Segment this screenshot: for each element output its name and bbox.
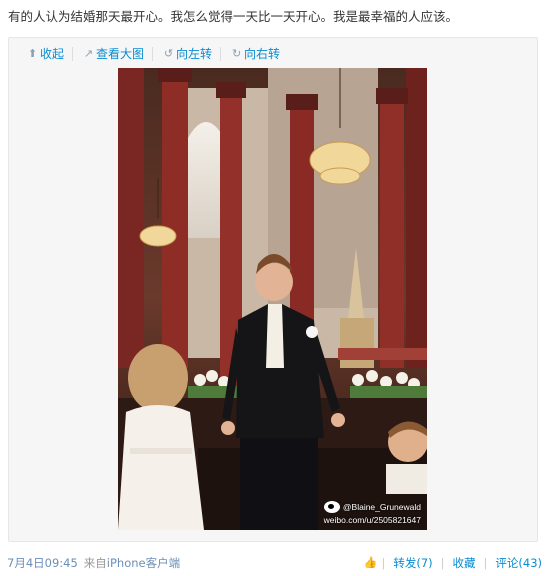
church-wedding-image [118, 68, 427, 530]
collapse-label: 收起 [40, 47, 65, 61]
post-time[interactable]: 7月4日09:45 [7, 553, 78, 573]
view-large-label: 查看大图 [96, 47, 145, 61]
rotate-right-button[interactable]: ↻ 向右转 [231, 47, 288, 61]
rotate-left-label: 向左转 [176, 47, 213, 61]
watermark: @Blaine_Grunewald weibo.com/u/2505821647 [324, 501, 421, 525]
rotate-right-icon: ↻ [231, 47, 242, 60]
media-box: ⬆ 收起 ↗ 查看大图 ↺ 向左转 ↻ 向右转 @Blaine_Grunewal… [8, 37, 538, 542]
rotate-left-button[interactable]: ↺ 向左转 [163, 47, 222, 61]
collapse-button[interactable]: ⬆ 收起 [27, 47, 74, 61]
post-photo[interactable]: @Blaine_Grunewald weibo.com/u/2505821647 [118, 68, 427, 530]
post-source[interactable]: iPhone客户端 [107, 556, 180, 570]
watermark-handle: @Blaine_Grunewald [342, 502, 421, 512]
post-meta: 7月4日09:45 来自iPhone客户端 [7, 553, 180, 573]
post-footer: 7月4日09:45 来自iPhone客户端 👍 | 转发(7) | 收藏 | 评… [0, 553, 550, 573]
rotate-right-label: 向右转 [244, 47, 281, 61]
comment-button[interactable]: 评论(43) [487, 553, 542, 573]
media-toolbar: ⬆ 收起 ↗ 查看大图 ↺ 向左转 ↻ 向右转 [27, 45, 288, 63]
source-prefix: 来自 [83, 556, 107, 570]
post-actions: 👍 | 转发(7) | 收藏 | 评论(43) [363, 553, 542, 573]
weibo-logo-icon [323, 501, 340, 513]
external-view-icon: ↗ [83, 47, 94, 60]
favorite-button[interactable]: 收藏 [445, 553, 484, 573]
like-thumb-icon[interactable]: 👍 [363, 557, 377, 569]
post-text: 有的人认为结婚那天最开心。我怎么觉得一天比一天开心。我是最幸福的人应该。 [8, 9, 459, 24]
watermark-url: weibo.com/u/2505821647 [323, 515, 421, 525]
rotate-left-icon: ↺ [163, 47, 174, 60]
arrow-up-icon: ⬆ [27, 47, 38, 60]
view-large-button[interactable]: ↗ 查看大图 [83, 47, 154, 61]
repost-button[interactable]: 转发(7) [385, 553, 440, 573]
